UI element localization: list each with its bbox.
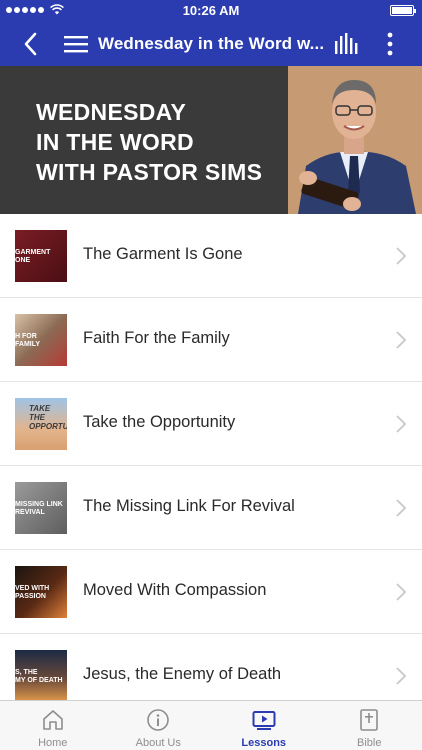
tab-label: Lessons [241, 737, 287, 749]
back-chevron-icon[interactable] [18, 31, 44, 57]
banner-title: WEDNESDAY IN THE WORD WITH PASTOR SIMS [36, 97, 262, 187]
lesson-title: The Missing Link For Revival [83, 497, 295, 515]
lesson-thumbnail: TAKE THE OPPORTUNITY [15, 398, 67, 450]
play-icon [252, 711, 276, 730]
lesson-title: Faith For the Family [83, 329, 230, 347]
page-title: Wednesday in the Word w... [98, 34, 325, 53]
thumbnail-text: H FOR FAMILY [15, 333, 41, 348]
lesson-thumbnail: GARMENT ONE [15, 230, 67, 282]
tab-label: Bible [357, 737, 382, 749]
thumbnail-text: TAKE THE OPPORTUNITY [29, 404, 67, 431]
tab-bible[interactable]: Bible [317, 701, 422, 750]
list-item[interactable]: GARMENT ONE The Garment Is Gone [0, 214, 422, 298]
tab-home[interactable]: Home [0, 701, 106, 750]
list-item[interactable]: S, THE MY OF DEATH Jesus, the Enemy of D… [0, 634, 422, 700]
info-icon [147, 709, 170, 731]
tab-label: Home [38, 737, 68, 749]
home-icon [42, 710, 63, 730]
banner-line-2: IN THE WORD [36, 129, 194, 155]
chevron-right-icon [396, 583, 406, 601]
list-item[interactable]: TAKE THE OPPORTUNITY Take the Opportunit… [0, 382, 422, 466]
more-options-icon[interactable] [380, 32, 400, 56]
lesson-thumbnail: MISSING LINK REVIVAL [15, 482, 67, 534]
battery-icon [390, 5, 416, 16]
chevron-right-icon [396, 667, 406, 685]
thumbnail-text: VED WITH PASSION [15, 585, 50, 600]
thumbnail-text: GARMENT ONE [15, 249, 51, 264]
lesson-title: Moved With Compassion [83, 581, 267, 599]
tab-lessons[interactable]: Lessons [211, 701, 317, 750]
audio-bars-icon[interactable] [334, 33, 358, 55]
chevron-right-icon [396, 499, 406, 517]
chevron-right-icon [396, 247, 406, 265]
bottom-tab-bar: Home About Us Lessons Bible [0, 700, 422, 750]
tab-label: About Us [135, 737, 181, 749]
lesson-list: GARMENT ONE The Garment Is Gone H FOR FA… [0, 214, 422, 700]
thumbnail-text: S, THE MY OF DEATH [15, 669, 63, 684]
list-item[interactable]: MISSING LINK REVIVAL The Missing Link Fo… [0, 466, 422, 550]
status-bar: 10:26 AM [0, 0, 422, 22]
nav-bar: Wednesday in the Word w... [0, 22, 422, 66]
lesson-title: Jesus, the Enemy of Death [83, 665, 282, 683]
lesson-title: The Garment Is Gone [83, 245, 243, 263]
bible-icon [360, 709, 379, 731]
list-item[interactable]: VED WITH PASSION Moved With Compassion [0, 550, 422, 634]
series-banner: WEDNESDAY IN THE WORD WITH PASTOR SIMS [0, 66, 422, 214]
pastor-photo [288, 66, 422, 214]
lesson-title: Take the Opportunity [83, 413, 236, 431]
hamburger-menu-icon[interactable] [64, 33, 88, 55]
list-item[interactable]: H FOR FAMILY Faith For the Family [0, 298, 422, 382]
banner-line-3: WITH PASTOR SIMS [36, 159, 263, 185]
status-time: 10:26 AM [182, 3, 240, 18]
thumbnail-text: MISSING LINK REVIVAL [15, 501, 63, 516]
lesson-thumbnail: H FOR FAMILY [15, 314, 67, 366]
chevron-right-icon [396, 331, 406, 349]
lesson-thumbnail: VED WITH PASSION [15, 566, 67, 618]
tab-about-us[interactable]: About Us [106, 701, 212, 750]
lesson-thumbnail: S, THE MY OF DEATH [15, 650, 67, 700]
chevron-right-icon [396, 415, 406, 433]
banner-line-1: WEDNESDAY [36, 99, 187, 125]
